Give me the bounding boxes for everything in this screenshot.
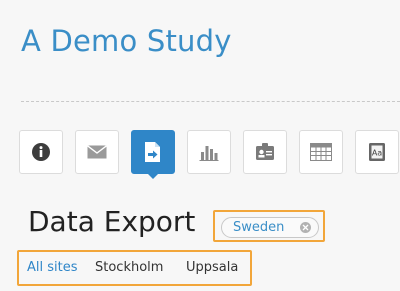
toolbar-data-export-button[interactable] (131, 130, 175, 179)
table-icon (310, 143, 332, 161)
header-divider (21, 101, 400, 102)
site-filter-pill-label: Sweden (233, 220, 285, 235)
site-filter-pill[interactable]: Sweden (221, 217, 319, 238)
id-card-icon (255, 142, 275, 162)
site-filter-all-sites[interactable]: All sites (27, 260, 78, 275)
page-title: Data Export (28, 205, 196, 238)
info-icon (31, 142, 51, 162)
font-document-icon: Aa (368, 142, 386, 162)
study-title: A Demo Study (21, 24, 232, 58)
toolbar-mail-button[interactable] (75, 130, 119, 174)
svg-text:Aa: Aa (372, 149, 382, 158)
toolbar-id-card-button[interactable] (243, 130, 287, 174)
site-filter-uppsala[interactable]: Uppsala (186, 260, 238, 275)
toolbar-font-button[interactable]: Aa (355, 130, 399, 174)
toolbar-table-button[interactable] (299, 130, 343, 174)
mail-icon (87, 145, 107, 159)
site-filter-stockholm[interactable]: Stockholm (95, 260, 163, 275)
bar-chart-icon (199, 143, 219, 161)
toolbar-info-button[interactable] (19, 130, 63, 174)
toolbar-charts-button[interactable] (187, 130, 231, 174)
export-document-icon (144, 141, 162, 163)
clear-filter-icon[interactable] (300, 222, 311, 233)
